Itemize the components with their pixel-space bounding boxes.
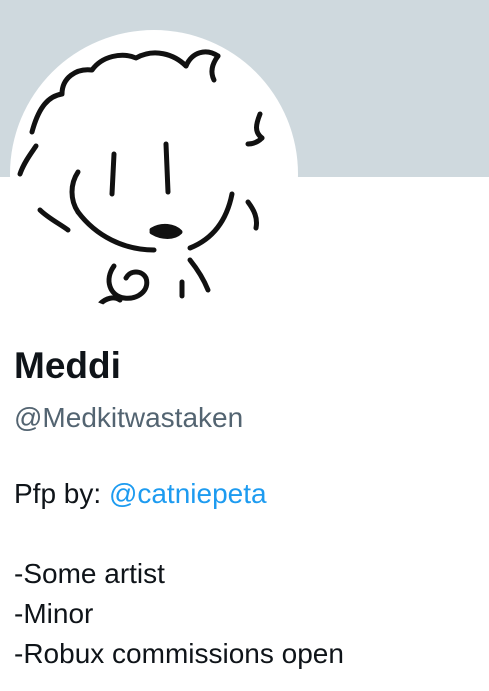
- bio-blank-line: [14, 514, 484, 554]
- mention-link[interactable]: @catniepeta: [109, 478, 267, 509]
- bio-line-minor: -Minor: [14, 598, 94, 629]
- username-handle: @Medkitwastaken: [14, 402, 244, 433]
- bio-credit-line: Pfp by: @catniepeta: [14, 474, 484, 514]
- bio-line-commissions: -Robux commissions open: [14, 638, 344, 669]
- profile-header: Meddi @Medkitwastaken Pfp by: @catniepet…: [0, 0, 489, 691]
- bio-credit-label: Pfp by:: [14, 478, 109, 509]
- display-name: Meddi: [14, 345, 121, 386]
- avatar[interactable]: [14, 34, 294, 314]
- profile-bio: Pfp by: @catniepeta -Some artist -Minor …: [14, 474, 484, 674]
- avatar-drawing: [14, 34, 294, 314]
- bio-line-artist: -Some artist: [14, 558, 165, 589]
